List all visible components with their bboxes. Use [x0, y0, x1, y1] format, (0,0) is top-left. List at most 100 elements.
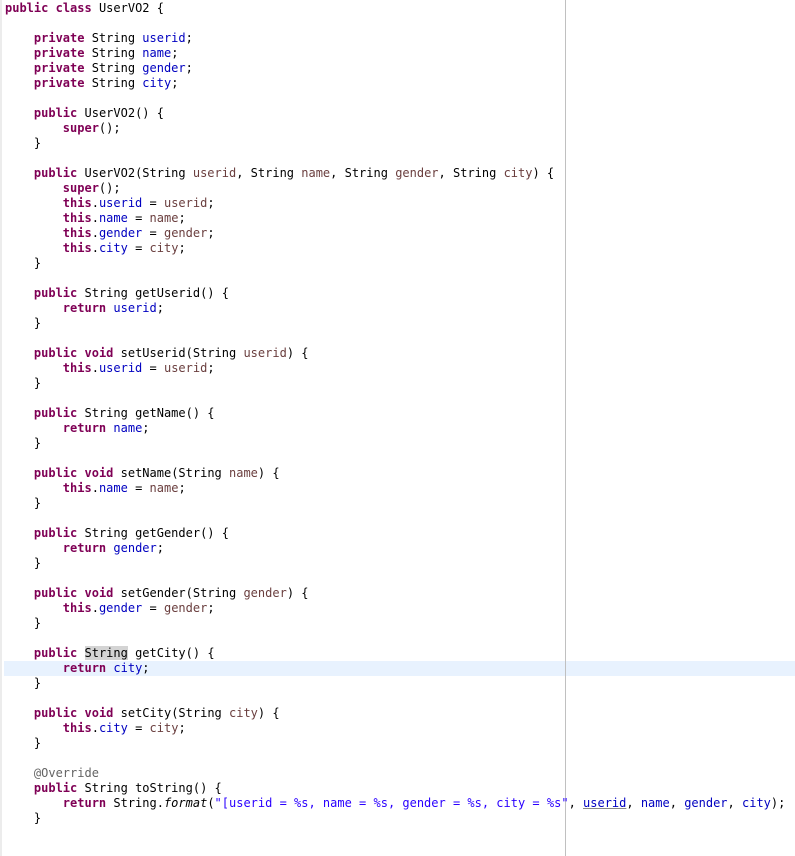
keyword: private	[33, 31, 85, 45]
keyword: void	[84, 706, 114, 720]
code-text: ;	[178, 481, 186, 495]
keyword: public	[33, 286, 78, 300]
code-text: ;	[185, 31, 193, 45]
code-text: }	[5, 136, 42, 150]
field-ref: userid	[98, 361, 143, 375]
parameter-ref: gender	[163, 226, 208, 240]
code-line[interactable]: }	[5, 736, 41, 751]
code-line[interactable]: public String toString() {	[5, 781, 222, 796]
code-text: =	[127, 481, 150, 495]
code-line[interactable]: private String gender;	[5, 61, 193, 76]
code-editor[interactable]: public class UserVO2 { private String us…	[0, 0, 795, 856]
code-line[interactable]: this.gender = gender;	[5, 226, 215, 241]
code-text: UserVO2(String	[77, 166, 193, 180]
code-text: =	[127, 241, 150, 255]
code-line[interactable]: }	[5, 136, 41, 151]
code-line[interactable]: return String.format("[userid = %s, name…	[5, 796, 786, 811]
code-line[interactable]: return city;	[5, 661, 150, 676]
code-line[interactable]: private String name;	[5, 46, 179, 61]
field-ref: userid	[583, 796, 627, 810]
code-line[interactable]: public class UserVO2 {	[5, 1, 164, 16]
code-line[interactable]: this.name = name;	[5, 481, 186, 496]
code-line[interactable]: }	[5, 376, 41, 391]
code-line[interactable]: @Override	[5, 766, 99, 781]
code-line[interactable]: this.userid = userid;	[5, 196, 215, 211]
keyword: this	[62, 601, 92, 615]
code-text: setName(String	[113, 466, 229, 480]
code-line[interactable]: }	[5, 316, 41, 331]
code-line[interactable]: return gender;	[5, 541, 164, 556]
parameter-ref: gender	[395, 166, 439, 180]
field-ref: city	[98, 721, 128, 735]
code-text: .	[91, 361, 99, 375]
code-line[interactable]: return name;	[5, 421, 150, 436]
code-text: }	[5, 736, 42, 750]
code-text: ) {	[257, 466, 280, 480]
code-line[interactable]: public String getName() {	[5, 406, 215, 421]
code-text: }	[5, 376, 42, 390]
keyword: this	[62, 226, 92, 240]
code-text: .	[91, 226, 99, 240]
code-line[interactable]: this.gender = gender;	[5, 601, 215, 616]
code-text: =	[127, 211, 150, 225]
code-line[interactable]: }	[5, 676, 41, 691]
code-line[interactable]: public void setGender(String gender) {	[5, 586, 309, 601]
parameter-ref: userid	[163, 361, 208, 375]
code-text: ,	[626, 796, 641, 810]
code-text: ) {	[286, 346, 309, 360]
keyword: this	[62, 196, 92, 210]
code-line[interactable]: }	[5, 616, 41, 631]
code-line[interactable]: }	[5, 436, 41, 451]
parameter-ref: userid	[243, 346, 287, 360]
code-line[interactable]: public void setCity(String city) {	[5, 706, 280, 721]
code-line[interactable]: }	[5, 256, 41, 271]
code-line[interactable]: public void setUserid(String userid) {	[5, 346, 309, 361]
keyword: public	[33, 781, 78, 795]
field-ref: name	[142, 46, 172, 60]
code-text: =	[142, 196, 164, 210]
code-text: =	[142, 361, 164, 375]
code-line[interactable]: private String city;	[5, 76, 179, 91]
code-line[interactable]: public UserVO2() {	[5, 106, 164, 121]
code-line[interactable]: this.userid = userid;	[5, 361, 215, 376]
parameter-ref: city	[229, 706, 258, 720]
code-line[interactable]: public UserVO2(String userid, String nam…	[5, 166, 554, 181]
code-line[interactable]: this.city = city;	[5, 721, 186, 736]
code-text: }	[5, 556, 42, 570]
code-line[interactable]: super();	[5, 121, 121, 136]
code-line[interactable]: public void setName(String name) {	[5, 466, 280, 481]
field-ref: name	[98, 481, 128, 495]
keyword: private	[33, 76, 85, 90]
code-line[interactable]: public String getUserid() {	[5, 286, 229, 301]
code-text: .	[91, 241, 99, 255]
code-line[interactable]: this.name = name;	[5, 211, 186, 226]
code-line[interactable]: }	[5, 496, 41, 511]
code-text: setGender(String	[113, 586, 244, 600]
code-line[interactable]: }	[5, 811, 41, 826]
code-line[interactable]: this.city = city;	[5, 241, 186, 256]
code-line[interactable]: public String getCity() {	[5, 646, 215, 661]
code-line[interactable]: private String userid;	[5, 31, 193, 46]
code-line[interactable]: }	[5, 556, 41, 571]
keyword: void	[84, 586, 114, 600]
code-text: ;	[185, 61, 193, 75]
code-line[interactable]: public String getGender() {	[5, 526, 229, 541]
code-line[interactable]: return userid;	[5, 301, 164, 316]
code-text: ;	[142, 661, 150, 675]
code-line[interactable]: super();	[5, 181, 121, 196]
annotation: @Override	[33, 766, 99, 780]
parameter-ref: name	[149, 481, 179, 495]
